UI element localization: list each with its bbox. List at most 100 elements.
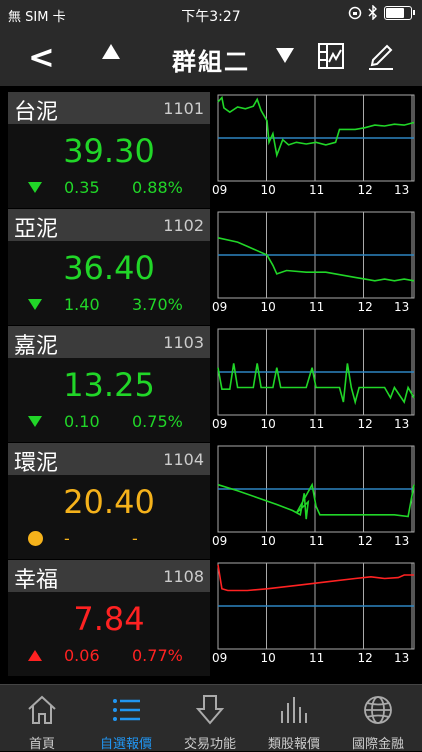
intraday-chart-svg: 09 10 11 12 13 — [212, 211, 415, 314]
down-arrow-icon — [28, 299, 42, 310]
stock-code: 1102 — [163, 216, 204, 235]
time-tick-label: 11 — [309, 417, 324, 431]
stock-quote-card[interactable]: 亞泥 1102 36.40 1.40 3.70% — [8, 209, 210, 325]
status-icons — [348, 5, 415, 20]
time-tick-label: 10 — [261, 300, 276, 314]
intraday-chart[interactable]: 09 10 11 12 13 — [212, 560, 422, 676]
stock-name: 嘉泥 — [14, 334, 59, 359]
time-tick-label: 13 — [394, 417, 409, 431]
time-tick-label: 13 — [394, 534, 409, 548]
trade-icon — [195, 695, 225, 725]
globe-icon — [364, 696, 392, 724]
time-tick-label: 11 — [309, 300, 324, 314]
time-tick-label: 09 — [212, 300, 227, 314]
rotation-lock-icon — [348, 6, 362, 19]
tab-label: 國際金融 — [351, 737, 404, 752]
stock-code: 1101 — [163, 99, 204, 118]
tab-home[interactable]: 首頁 — [0, 685, 84, 752]
tab-label: 自選報價 — [99, 737, 152, 752]
sector-chart-icon — [281, 697, 307, 723]
intraday-chart[interactable]: 09 10 11 12 13 — [212, 92, 422, 208]
stock-quote-card[interactable]: 幸福 1108 7.84 0.06 0.77% — [8, 560, 210, 676]
time-tick-label: 09 — [212, 534, 227, 548]
stock-name: 幸福 — [14, 568, 59, 593]
time-tick-label: 10 — [261, 651, 276, 665]
stock-header: 環泥 1104 — [8, 443, 210, 476]
time-tick-label: 13 — [394, 183, 409, 197]
stock-code: 1108 — [163, 567, 204, 586]
time-tick-label: 09 — [212, 417, 227, 431]
tab-label: 首頁 — [28, 737, 55, 752]
stock-price: 36.40 — [63, 249, 155, 287]
stock-price: 20.40 — [63, 483, 155, 521]
stock-row[interactable]: 亞泥 1102 36.40 1.40 3.70% 09 10 11 12 13 — [0, 209, 422, 325]
stock-quote-card[interactable]: 台泥 1101 39.30 0.35 0.88% — [8, 92, 210, 208]
home-icon — [28, 695, 56, 724]
stock-header: 嘉泥 1103 — [8, 326, 210, 359]
time-tick-label: 09 — [212, 183, 227, 197]
time-tick-label: 11 — [309, 534, 324, 548]
time-tick-label: 12 — [358, 534, 373, 548]
stock-percent: 0.75% — [132, 412, 183, 431]
nav-bar: < 群組二 — [0, 28, 422, 86]
stock-header: 幸福 1108 — [8, 560, 210, 593]
stock-name: 台泥 — [14, 100, 59, 125]
stock-name: 亞泥 — [14, 217, 59, 242]
chart-view-icon[interactable] — [317, 42, 345, 70]
time-tick-label: 10 — [261, 534, 276, 548]
intraday-chart-svg: 09 10 11 12 13 — [212, 328, 415, 431]
tab-label: 類股報價 — [267, 737, 320, 752]
tab-international[interactable]: 國際金融 — [336, 685, 420, 752]
stock-change: 0.10 — [64, 412, 100, 431]
stock-change: 1.40 — [64, 295, 100, 314]
intraday-chart-svg: 09 10 11 12 13 — [212, 445, 415, 548]
stock-percent: 0.77% — [132, 646, 183, 665]
stock-name: 環泥 — [14, 451, 59, 476]
stock-header: 亞泥 1102 — [8, 209, 210, 242]
down-arrow-icon — [28, 416, 42, 427]
stock-row[interactable]: 嘉泥 1103 13.25 0.10 0.75% 09 10 11 12 13 — [0, 326, 422, 442]
watchlist-icon — [113, 699, 140, 721]
intraday-chart[interactable]: 09 10 11 12 13 — [212, 326, 422, 442]
tab-trade[interactable]: 交易功能 — [168, 685, 252, 752]
stock-change: 0.35 — [64, 178, 100, 197]
stock-quote-card[interactable]: 環泥 1104 20.40 - - — [8, 443, 210, 559]
stock-price: 39.30 — [63, 132, 155, 170]
time-tick-label: 11 — [309, 183, 324, 197]
edit-icon[interactable] — [367, 40, 395, 70]
stock-quote-card[interactable]: 嘉泥 1103 13.25 0.10 0.75% — [8, 326, 210, 442]
time-tick-label: 13 — [394, 651, 409, 665]
time-tick-label: 11 — [309, 651, 324, 665]
down-arrow-icon — [28, 182, 42, 193]
time-tick-label: 10 — [261, 417, 276, 431]
time-tick-label: 12 — [358, 651, 373, 665]
next-group-button[interactable] — [276, 48, 294, 63]
stock-percent: 0.88% — [132, 178, 183, 197]
time-tick-label: 12 — [358, 183, 373, 197]
up-arrow-icon — [28, 650, 42, 661]
stock-change: 0.06 — [64, 646, 100, 665]
stock-percent: 3.70% — [132, 295, 183, 314]
status-bar: 無 SIM 卡 下午3:27 — [0, 0, 422, 28]
stock-price: 7.84 — [73, 600, 145, 638]
stock-row[interactable]: 環泥 1104 20.40 - - 09 10 11 12 13 — [0, 443, 422, 559]
stock-change: - — [64, 529, 70, 548]
stock-row[interactable]: 台泥 1101 39.30 0.35 0.88% 09 10 11 12 13 — [0, 92, 422, 208]
time-tick-label: 10 — [261, 183, 276, 197]
stock-row[interactable]: 幸福 1108 7.84 0.06 0.77% 09 10 11 12 13 — [0, 560, 422, 676]
flat-dot-icon — [28, 531, 43, 546]
intraday-chart-svg: 09 10 11 12 13 — [212, 94, 415, 197]
intraday-chart[interactable]: 09 10 11 12 13 — [212, 443, 422, 559]
stock-header: 台泥 1101 — [8, 92, 210, 125]
battery-icon — [384, 5, 415, 20]
time-tick-label: 12 — [358, 417, 373, 431]
page-title: 群組二 — [172, 48, 250, 76]
tab-label: 交易功能 — [183, 737, 236, 752]
stock-percent: - — [132, 529, 138, 548]
tab-watchlist[interactable]: 自選報價 — [84, 685, 168, 752]
tab-sector[interactable]: 類股報價 — [252, 685, 336, 752]
intraday-chart[interactable]: 09 10 11 12 13 — [212, 209, 422, 325]
time-tick-label: 13 — [394, 300, 409, 314]
intraday-chart-svg: 09 10 11 12 13 — [212, 562, 415, 665]
stock-code: 1104 — [163, 450, 204, 469]
